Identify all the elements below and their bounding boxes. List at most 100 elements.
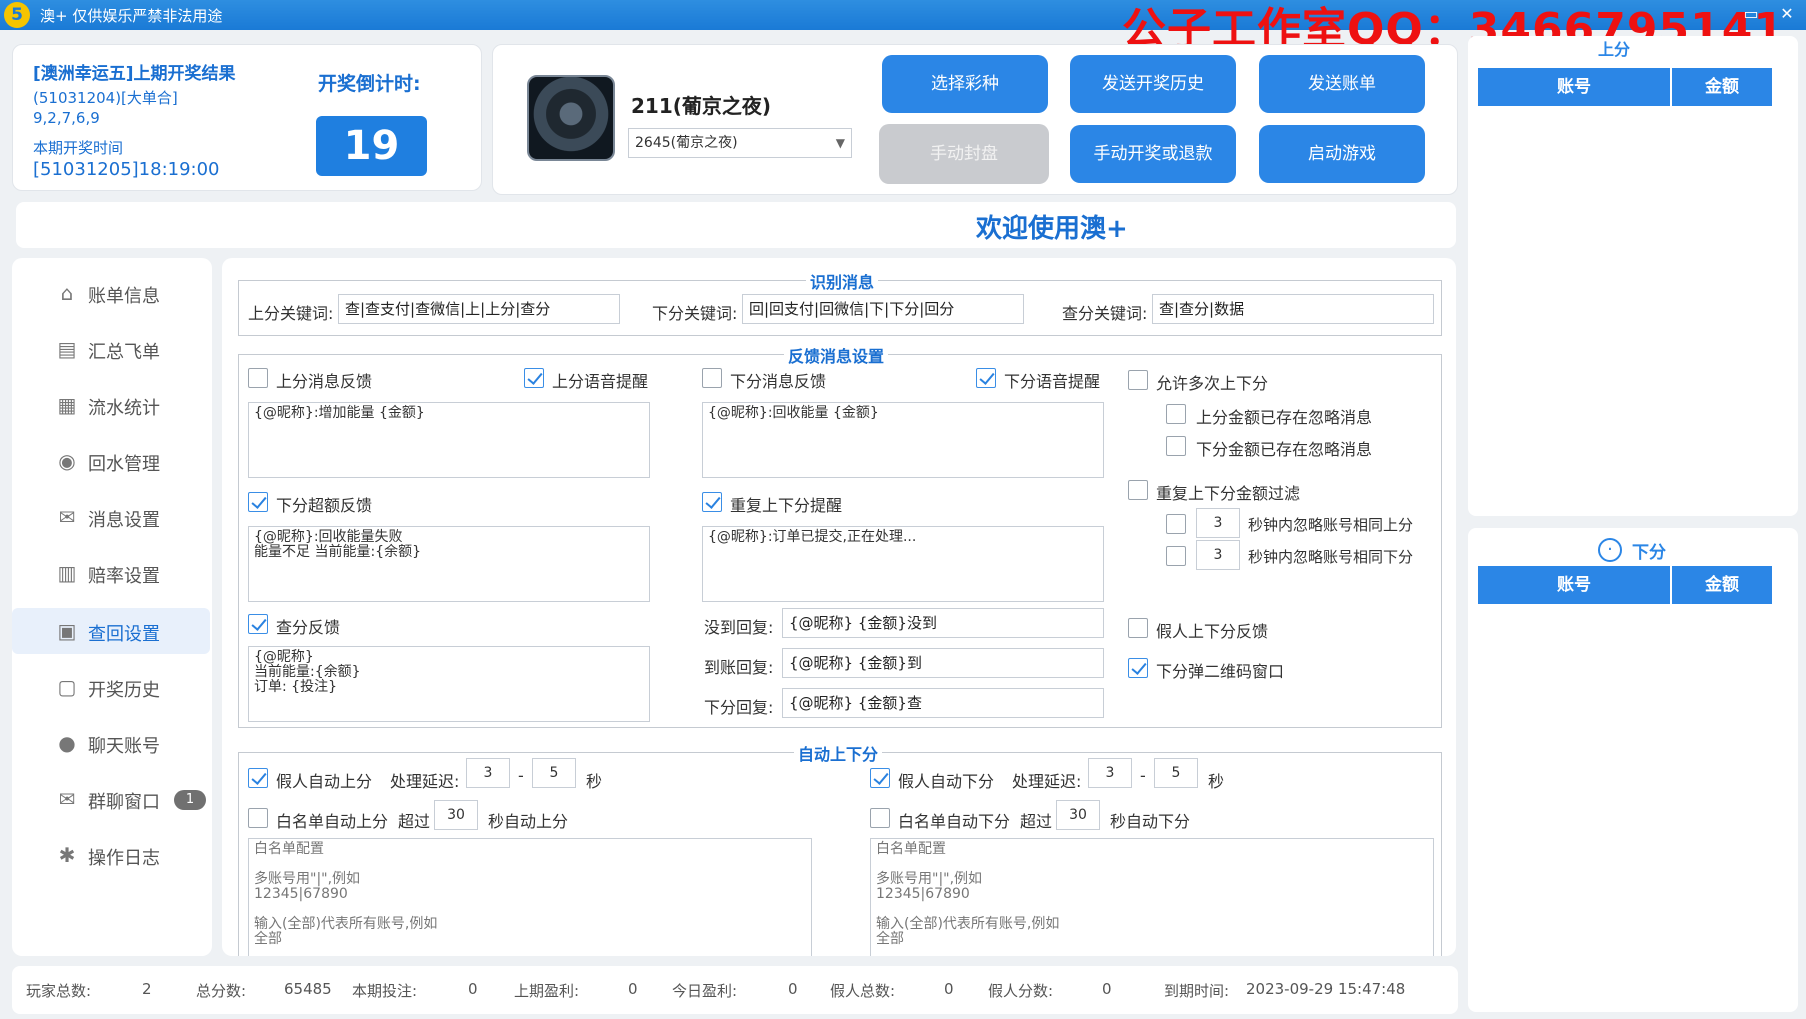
unread-badge: 1 — [174, 790, 206, 810]
whitelist-up-suffix: 秒自动上分 — [488, 812, 569, 831]
repeat-remind-label: 重复上下分提醒 — [730, 496, 843, 515]
sidebar-item-flow[interactable]: ▦ 流水统计 — [12, 382, 210, 428]
start-game-button[interactable]: 启动游戏 — [1259, 125, 1425, 183]
down-delay-min[interactable]: 3 — [1088, 758, 1132, 788]
down-msg-checkbox[interactable] — [702, 368, 722, 388]
down-keyword-label: 下分关键词: — [652, 304, 738, 323]
sidebar-item-label: 汇总飞单 — [88, 342, 160, 363]
qr-popup-checkbox[interactable] — [1128, 658, 1148, 678]
down-keyword-input[interactable]: 回|回支付|回微信|下|下分|回分 — [742, 294, 1024, 324]
query-feedback-checkbox[interactable] — [248, 614, 268, 634]
down-delay-max[interactable]: 5 — [1154, 758, 1198, 788]
countdown-value: 19 — [316, 116, 427, 176]
up-delay-min[interactable]: 3 — [466, 758, 510, 788]
whitelist-down-over: 超过 — [1020, 812, 1053, 831]
repeat-remind-template[interactable]: {@昵称}:订单已提交,正在处理... — [702, 526, 1104, 602]
down-seconds-input[interactable]: 3 — [1196, 540, 1240, 570]
sidebar-item-summary[interactable]: ▤ 汇总飞单 — [12, 326, 210, 372]
sidebar-item-rebate[interactable]: ◉ 回水管理 — [12, 438, 210, 484]
draw-time-value: [51031205]18:19:00 — [33, 159, 220, 180]
repeat-filter-checkbox[interactable] — [1128, 480, 1148, 500]
up-delay-max[interactable]: 5 — [532, 758, 576, 788]
sidebar-item-messages[interactable]: ✉ 消息设置 — [12, 494, 210, 540]
bar-chart-icon: ▥ — [57, 561, 77, 585]
game-control-card: 211(葡京之夜) 2645(葡京之夜) ▼ 选择彩种 发送开奖历史 发送账单 … — [492, 44, 1458, 195]
down-seconds-checkbox[interactable] — [1166, 546, 1186, 566]
whitelist-up-checkbox[interactable] — [248, 808, 268, 828]
sidebar-item-draw-history[interactable]: ▢ 开奖历史 — [12, 664, 210, 710]
whitelist-down-seconds[interactable]: 30 — [1056, 800, 1100, 830]
sidebar-item-operation-log[interactable]: ✱ 操作日志 — [12, 832, 210, 878]
sidebar-item-group-chat[interactable]: ✉ 群聊窗口 1 — [12, 776, 210, 822]
down-voice-label: 下分语音提醒 — [1004, 372, 1101, 391]
up-col-amount[interactable]: 金额 — [1672, 68, 1772, 106]
down-reply-input[interactable]: {@昵称} {金额}查 — [782, 688, 1104, 718]
repeat-remind-checkbox[interactable] — [702, 492, 722, 512]
chat-icon: ✉ — [58, 505, 76, 529]
last-draw-issue: (51031204)[大单合] — [33, 89, 178, 107]
up-delay-dash: - — [518, 766, 524, 785]
up-voice-label: 上分语音提醒 — [552, 372, 649, 391]
game-select[interactable]: 2645(葡京之夜) ▼ — [628, 128, 852, 158]
sidebar-item-odds[interactable]: ▥ 赔率设置 — [12, 550, 210, 596]
down-seconds-label: 秒钟内忽略账号相同下分 — [1248, 548, 1414, 566]
down-col-amount[interactable]: 金额 — [1672, 566, 1772, 604]
down-msg-label: 下分消息反馈 — [730, 372, 827, 391]
coin-icon: ◉ — [58, 449, 76, 473]
up-ignore-checkbox[interactable] — [1166, 404, 1186, 424]
sidebar-item-label: 消息设置 — [88, 510, 160, 531]
up-msg-template[interactable]: {@昵称}:增加能量 {金额} — [248, 402, 650, 478]
arrived-input[interactable]: {@昵称} {金额}到 — [782, 648, 1104, 678]
today-profit-value: 0 — [788, 980, 798, 998]
whitelist-down-checkbox[interactable] — [870, 808, 890, 828]
sidebar-item-bill-info[interactable]: ⌂ 账单信息 — [12, 270, 210, 316]
players-label: 玩家总数: — [26, 982, 92, 1000]
query-feedback-template[interactable]: {@昵称} 当前能量:{余额} 订单: {投注} — [248, 646, 650, 722]
whitelist-down-label: 白名单自动下分 — [898, 812, 1011, 831]
up-voice-checkbox[interactable] — [524, 368, 544, 388]
sidebar-item-label: 账单信息 — [88, 286, 160, 307]
down-ignore-checkbox[interactable] — [1166, 436, 1186, 456]
query-keyword-input[interactable]: 查|查分|数据 — [1152, 294, 1434, 324]
down-delay-label: 处理延迟: — [1012, 772, 1082, 791]
up-msg-checkbox[interactable] — [248, 368, 268, 388]
up-seconds-input[interactable]: 3 — [1196, 508, 1240, 538]
send-bill-button[interactable]: 发送账单 — [1259, 55, 1425, 113]
manual-seal-button[interactable]: 手动封盘 — [879, 124, 1049, 184]
total-score-label: 总分数: — [196, 982, 247, 1000]
allow-multi-checkbox[interactable] — [1128, 370, 1148, 390]
manual-draw-button[interactable]: 手动开奖或退款 — [1070, 125, 1236, 183]
whitelist-down-config[interactable]: 白名单配置 多账号用"|",例如 12345|67890 输入(全部)代表所有账… — [870, 838, 1434, 956]
home-icon: ⌂ — [60, 281, 74, 305]
whitelist-up-seconds[interactable]: 30 — [434, 800, 478, 830]
close-icon[interactable]: ✕ — [1776, 3, 1798, 25]
box-icon: ▣ — [57, 619, 77, 643]
not-arrived-input[interactable]: {@昵称} {金额}没到 — [782, 608, 1104, 638]
over-feedback-label: 下分超额反馈 — [276, 496, 373, 515]
maximize-icon[interactable]: ▭ — [1740, 3, 1762, 25]
chevron-down-icon[interactable]: ▼ — [836, 129, 845, 157]
down-msg-template[interactable]: {@昵称}:回收能量 {金额} — [702, 402, 1104, 478]
sidebar-item-label: 操作日志 — [88, 848, 160, 869]
over-feedback-template[interactable]: {@昵称}:回收能量失败 能量不足 当前能量:{余额} — [248, 526, 650, 602]
right-panel: 上分 账号 金额 · 下分 账号 金额 — [1468, 30, 1798, 1016]
select-lottery-button[interactable]: 选择彩种 — [882, 55, 1048, 113]
fake-feedback-checkbox[interactable] — [1128, 618, 1148, 638]
stack-icon: ▤ — [57, 337, 77, 361]
up-keyword-input[interactable]: 查|查支付|查微信|上|上分|查分 — [338, 294, 620, 324]
app-logo-icon: 5 — [4, 2, 30, 28]
up-seconds-checkbox[interactable] — [1166, 514, 1186, 534]
over-feedback-checkbox[interactable] — [248, 492, 268, 512]
sidebar-item-label: 回水管理 — [88, 454, 160, 475]
sidebar-item-chat-accounts[interactable]: ● 聊天账号 — [12, 720, 210, 766]
down-voice-checkbox[interactable] — [976, 368, 996, 388]
sidebar-item-query-settings[interactable]: ▣ 查回设置 — [12, 608, 210, 654]
fake-auto-down-checkbox[interactable] — [870, 768, 890, 788]
whitelist-up-config[interactable]: 白名单配置 多账号用"|",例如 12345|67890 输入(全部)代表所有账… — [248, 838, 812, 956]
up-col-account[interactable]: 账号 — [1478, 68, 1670, 106]
down-col-account[interactable]: 账号 — [1478, 566, 1670, 604]
not-arrived-label: 没到回复: — [704, 618, 774, 637]
fake-auto-up-checkbox[interactable] — [248, 768, 268, 788]
send-history-button[interactable]: 发送开奖历史 — [1070, 55, 1236, 113]
down-list-title: 下分 — [1632, 543, 1666, 563]
